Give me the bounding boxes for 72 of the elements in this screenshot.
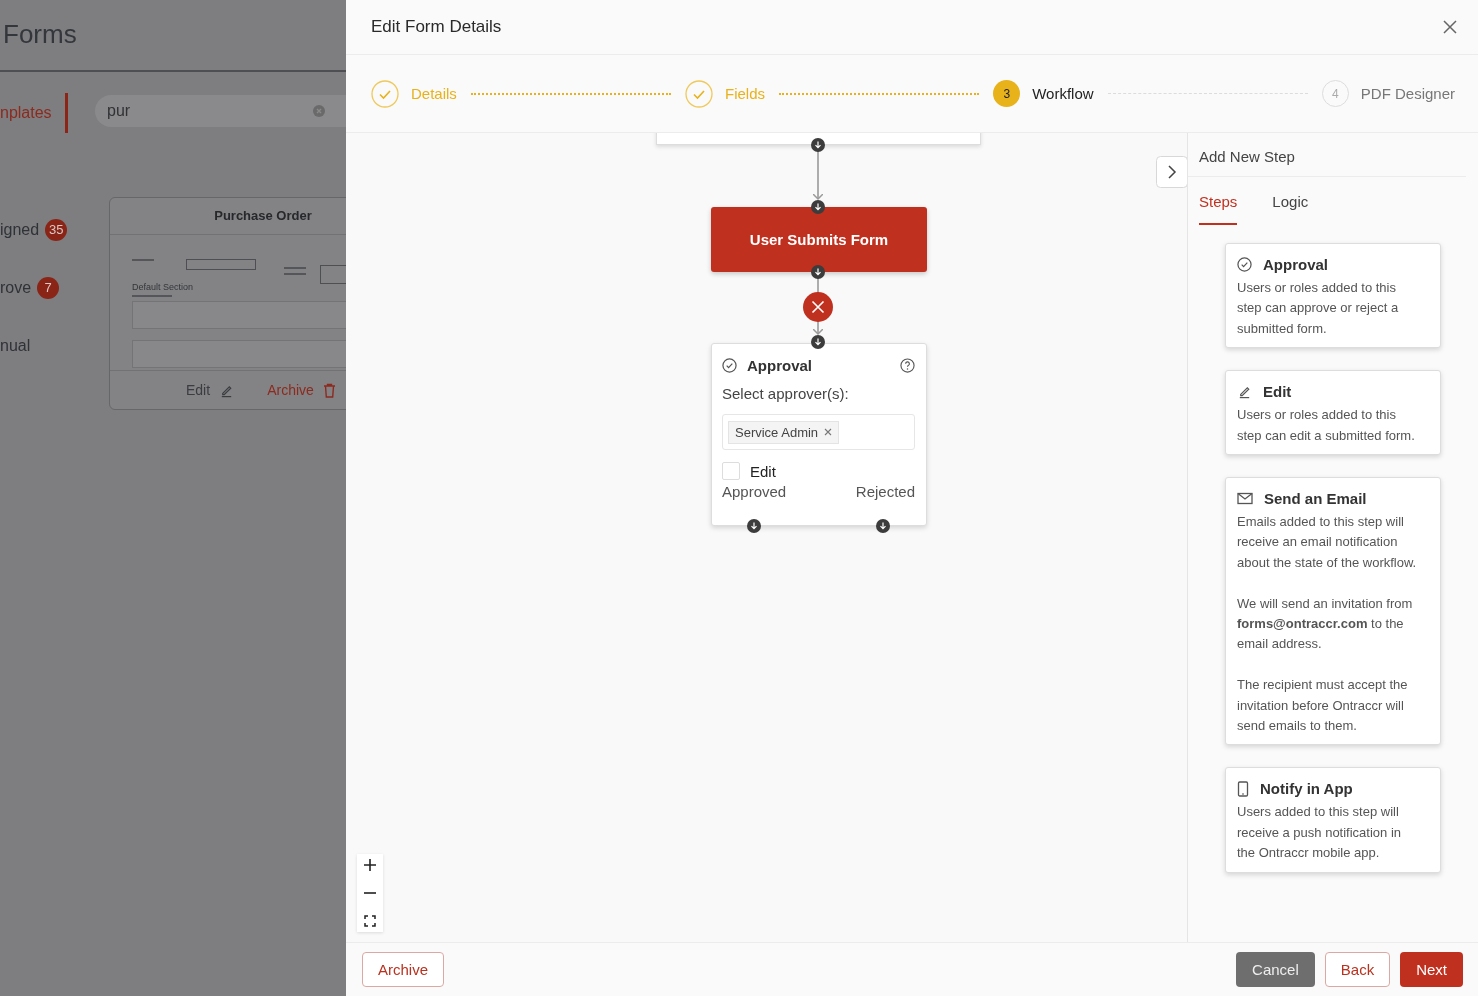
field-label: Select approver(s): bbox=[722, 385, 850, 402]
card-title: Send an Email bbox=[1264, 490, 1367, 508]
node-title: Approval bbox=[747, 357, 813, 374]
output-label: Rejected bbox=[855, 483, 915, 500]
help-icon[interactable] bbox=[900, 358, 915, 373]
preview-label-mark bbox=[132, 295, 172, 297]
step-card[interactable]: Edit Users or roles added to this step can edit a submitted form. bbox=[1225, 370, 1441, 456]
count-badge: 35 bbox=[45, 219, 68, 241]
tab[interactable]: Logic bbox=[1272, 193, 1309, 225]
count-badge: 7 bbox=[37, 277, 60, 299]
checkbox-label: Edit bbox=[750, 462, 776, 480]
connector-handle[interactable] bbox=[811, 335, 825, 349]
step-label[interactable]: PDF Designer bbox=[1360, 85, 1455, 102]
nav-item[interactable]: igned bbox=[0, 221, 40, 239]
step-card[interactable]: Approval Users or roles added to this step can approve or reject a submitted form. bbox=[1225, 243, 1441, 349]
preview-label-mark bbox=[132, 259, 154, 261]
edit-link[interactable]: Edit bbox=[186, 382, 235, 398]
preview-heading: Default Section bbox=[132, 282, 195, 292]
preview-label-mark bbox=[284, 267, 306, 269]
tab[interactable]: Steps bbox=[1199, 193, 1238, 225]
nav-item[interactable]: rove bbox=[0, 279, 32, 297]
step-label[interactable]: Workflow bbox=[1032, 85, 1094, 102]
checkbox[interactable] bbox=[722, 462, 740, 480]
connector-handle[interactable] bbox=[811, 200, 825, 214]
panel-title: Add New Step bbox=[1188, 133, 1466, 177]
step-card[interactable] bbox=[1225, 477, 1441, 746]
approver-select[interactable]: Service Admin bbox=[722, 414, 915, 450]
card-title: Notify in App bbox=[1260, 780, 1353, 798]
search-field[interactable]: pur bbox=[95, 95, 346, 127]
trigger-node[interactable]: User Submits Form bbox=[711, 207, 927, 272]
envelope-icon bbox=[1237, 492, 1253, 506]
card-title: Approval bbox=[1263, 256, 1328, 273]
connector-handle[interactable] bbox=[876, 519, 890, 533]
footer-button[interactable]: Next bbox=[1400, 952, 1463, 987]
output-label: Approved bbox=[722, 483, 787, 500]
nav-item[interactable]: nual bbox=[0, 337, 31, 355]
step-card[interactable]: Notify in App Users added to this step will receive a push notification in the Ontraccr mobile app. bbox=[1225, 767, 1441, 873]
pencil-icon bbox=[1237, 384, 1252, 400]
card-description: The recipient must accept the invitation before Ontraccr will send emails to them. bbox=[1237, 676, 1409, 736]
check-circle-icon bbox=[722, 358, 737, 373]
trash-icon bbox=[322, 382, 336, 398]
approval-node[interactable]: Approval Select approver(s): Service Admin Edit Approved Rejected bbox=[711, 343, 927, 526]
page-title: Forms bbox=[2, 18, 77, 50]
close-icon[interactable] bbox=[1443, 20, 1457, 34]
step-number: 3 bbox=[993, 80, 1021, 107]
collapse-icon[interactable] bbox=[1156, 156, 1187, 188]
card-description: Users or roles added to this step can approve or reject a submitted form. bbox=[1237, 279, 1400, 338]
connector-handle[interactable] bbox=[811, 138, 825, 152]
approver-tag: Service Admin bbox=[728, 420, 840, 444]
card-title: Edit bbox=[1263, 383, 1292, 401]
delete-icon[interactable] bbox=[803, 292, 833, 322]
check-icon bbox=[371, 79, 399, 108]
footer-button[interactable]: Cancel bbox=[1236, 952, 1315, 987]
remove-icon[interactable] bbox=[824, 428, 833, 436]
dialog-title: Edit Form Details bbox=[371, 17, 502, 37]
card-description: We will send an invitation from forms@ontraccr.com to the email address. bbox=[1237, 594, 1414, 654]
zoom-in-icon[interactable] bbox=[363, 858, 377, 872]
connector-handle[interactable] bbox=[811, 265, 825, 279]
check-icon bbox=[685, 79, 714, 108]
footer-button[interactable]: Archive bbox=[362, 952, 445, 987]
form-card[interactable]: Purchase Order Default Section Edit Archive bbox=[109, 197, 346, 410]
check-circle-icon bbox=[1237, 257, 1252, 272]
connector-handle[interactable] bbox=[747, 519, 761, 533]
preview-field bbox=[186, 259, 256, 270]
edge-arrow bbox=[812, 150, 824, 200]
card-description: Emails added to this step will receive an email notification about the state of the workflow. bbox=[1237, 513, 1418, 572]
card-description: Users or roles added to this step can edit a submitted form. bbox=[1237, 406, 1416, 445]
card-description: Users added to this step will receive a push notification in the Ontraccr mobile app. bbox=[1237, 803, 1403, 863]
preview-label-mark bbox=[284, 273, 306, 275]
footer-button[interactable]: Back bbox=[1324, 952, 1391, 987]
fit-view-icon[interactable] bbox=[363, 914, 377, 928]
phone-icon bbox=[1237, 780, 1249, 797]
